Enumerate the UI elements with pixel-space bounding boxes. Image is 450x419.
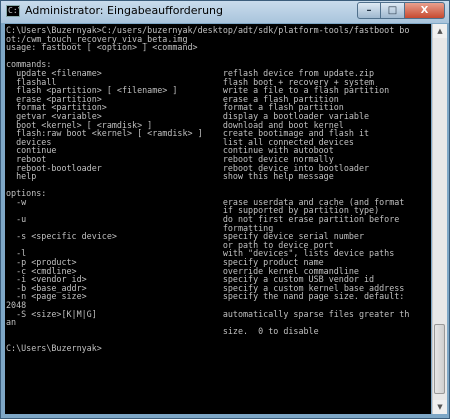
- maximize-button[interactable]: □: [381, 2, 405, 19]
- minimize-button[interactable]: –: [357, 2, 381, 19]
- console-app-icon[interactable]: C:\: [6, 5, 20, 17]
- console-area[interactable]: C:\Users\Buzernyak>C:/users/buzernyak/de…: [5, 24, 431, 414]
- close-button[interactable]: X: [405, 2, 445, 19]
- window-title: Administrator: Eingabeaufforderung: [25, 4, 223, 17]
- window-controls: – □ X: [357, 2, 445, 20]
- vertical-scrollbar[interactable]: ▲ ▼: [432, 24, 447, 414]
- scroll-down-arrow-icon[interactable]: ▼: [433, 400, 447, 414]
- console-output: C:\Users\Buzernyak>C:/users/buzernyak/de…: [6, 25, 410, 353]
- scroll-up-arrow-icon[interactable]: ▲: [433, 24, 447, 38]
- title-bar[interactable]: C:\ Administrator: Eingabeaufforderung –…: [1, 1, 449, 23]
- command-prompt-window: C:\ Administrator: Eingabeaufforderung –…: [0, 0, 450, 419]
- scrollbar-thumb[interactable]: [434, 324, 445, 394]
